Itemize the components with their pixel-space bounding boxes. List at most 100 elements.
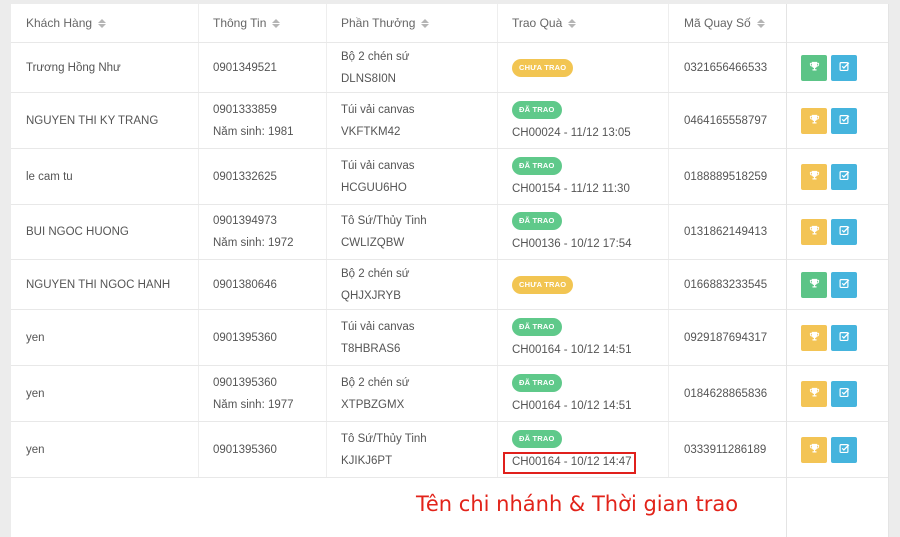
status-badge: ĐÃ TRAO — [512, 429, 562, 448]
sort-icon[interactable] — [756, 18, 765, 28]
edit-button[interactable] — [831, 54, 857, 81]
table-row: Trương Hồng Như 0901349521 Bộ 2 chén sứ DLN… — [11, 43, 786, 93]
info-cell: 0901332625 — [199, 149, 327, 204]
award-cell: ĐÃ TRAO CH00164 - 10/12 14:51 — [498, 366, 669, 421]
draw-code: 0131862149413 — [684, 226, 768, 238]
award-button[interactable] — [801, 163, 827, 190]
header-award[interactable]: Trao Quà — [498, 4, 669, 42]
prize-cell: Bộ 2 chén sứ QHJXJRYB — [327, 260, 498, 309]
edit-check-icon — [839, 59, 850, 77]
draw-code: 0333911286189 — [684, 443, 767, 456]
header-code-label: Mã Quay Số — [684, 16, 751, 30]
draw-code: 0166883233545 — [684, 278, 768, 291]
row-actions — [801, 324, 857, 351]
prize-code: T8HBRAS6 — [341, 342, 401, 355]
header-prize[interactable]: Phần Thưởng — [327, 4, 498, 42]
edit-button[interactable] — [831, 219, 857, 245]
header-info[interactable]: Thông Tin — [199, 4, 327, 42]
award-cell: ĐÃ TRAO CH00154 - 11/12 11:30 — [498, 149, 669, 204]
customer-phone: 0901394973 — [213, 215, 277, 227]
prize-name: Túi vải canvas — [341, 320, 415, 333]
info-cell: 0901349521 — [199, 43, 327, 92]
customer-birth-year: Năm sinh: 1981 — [213, 125, 294, 138]
table-row: le cam tu 0901332625 Túi vải canvas HCGUU6H… — [11, 149, 786, 205]
table-row: BUI NGOC HUONG 0901394973 Năm sinh: 1972 Tô… — [11, 205, 786, 260]
customer-phone: 0901333859 — [213, 103, 277, 116]
edit-check-icon — [839, 441, 850, 459]
status-badge: ĐÃ TRAO — [512, 373, 562, 392]
prize-name: Bộ 2 chén sứ — [341, 376, 410, 389]
draw-code: 0184628865836 — [684, 387, 768, 400]
actions-header — [787, 4, 888, 43]
status-badge: ĐÃ TRAO — [512, 156, 562, 175]
prize-name: Bộ 2 chén sứ — [341, 267, 410, 280]
customer-name: NGUYEN THI KY TRANG — [26, 114, 159, 127]
edit-check-icon — [839, 112, 850, 130]
actions-row — [787, 366, 888, 422]
code-cell: 0184628865836 — [669, 366, 786, 421]
table-row: NGUYEN THI NGOC HANH 0901380646 Bộ 2 chén … — [11, 260, 786, 310]
prize-code: DLNS8I0N — [341, 72, 396, 85]
award-branch-time: CH00164 - 10/12 14:51 — [512, 399, 632, 412]
sort-icon[interactable] — [98, 18, 107, 28]
status-badge: CHƯA TRAO — [512, 58, 574, 77]
table-row: yen 0901395360 Năm sinh: 1977 Bộ 2 chén sứ X… — [11, 366, 786, 422]
row-actions — [801, 219, 857, 245]
award-cell: ĐÃ TRAO CH00164 - 10/12 14:51 — [498, 310, 669, 365]
info-cell: 0901380646 — [199, 260, 327, 309]
prize-cell: Tô Sứ/Thủy Tinh KJIKJ6PT — [327, 422, 498, 477]
draw-code: 0464165558797 — [684, 114, 768, 127]
annotation-text: Tên chi nhánh & Thời gian trao — [416, 492, 739, 516]
prize-cell: Túi vải canvas HCGUU6HO — [327, 149, 498, 204]
award-branch-time: CH00154 - 11/12 11:30 — [512, 182, 630, 195]
row-actions — [801, 380, 857, 407]
header-customer[interactable]: Khách Hàng — [11, 4, 199, 42]
award-button[interactable] — [801, 380, 827, 407]
award-cell: ĐÃ TRAO CH00024 - 11/12 13:05 — [498, 93, 669, 148]
award-button[interactable] — [801, 324, 827, 351]
award-button[interactable] — [801, 271, 827, 298]
prize-name: Tô Sứ/Thủy Tinh — [341, 215, 427, 227]
code-cell: 0131862149413 — [669, 205, 786, 259]
status-badge: ĐÃ TRAO — [512, 212, 562, 230]
trophy-icon — [809, 385, 820, 403]
award-button[interactable] — [801, 219, 827, 245]
edit-button[interactable] — [831, 436, 857, 463]
info-cell: 0901395360 — [199, 422, 327, 477]
actions-row — [787, 149, 888, 205]
prize-name: Túi vải canvas — [341, 159, 415, 172]
header-prize-label: Phần Thưởng — [341, 16, 416, 30]
customer-cell: BUI NGOC HUONG — [11, 205, 199, 259]
prize-code: QHJXJRYB — [341, 289, 401, 302]
sort-icon[interactable] — [421, 18, 430, 28]
edit-button[interactable] — [831, 324, 857, 351]
customer-cell: NGUYEN THI KY TRANG — [11, 93, 199, 148]
row-actions — [801, 271, 857, 298]
table-row: yen 0901395360 Tô Sứ/Thủy Tinh KJIKJ6PT ĐÃ T… — [11, 422, 786, 478]
trophy-icon — [809, 223, 820, 241]
status-badge: ĐÃ TRAO — [512, 100, 562, 119]
award-button[interactable] — [801, 107, 827, 134]
customer-cell: Trương Hồng Như — [11, 43, 199, 92]
sort-icon[interactable] — [568, 18, 577, 28]
trophy-icon — [809, 276, 820, 294]
edit-button[interactable] — [831, 380, 857, 407]
edit-button[interactable] — [831, 271, 857, 298]
actions-row — [787, 93, 888, 149]
customer-name: yen — [26, 387, 45, 400]
header-code[interactable]: Mã Quay Số — [669, 4, 786, 42]
award-button[interactable] — [801, 54, 827, 81]
code-cell: 0166883233545 — [669, 260, 786, 309]
customer-name: NGUYEN THI NGOC HANH — [26, 278, 171, 291]
award-button[interactable] — [801, 436, 827, 463]
edit-button[interactable] — [831, 107, 857, 134]
customer-name: le cam tu — [26, 170, 73, 183]
customer-name: yen — [26, 331, 45, 344]
edit-check-icon — [839, 168, 850, 186]
awards-panel: Khách Hàng Thông Tin Phần Thưởng Trao Qu… — [11, 4, 889, 537]
customer-birth-year: Năm sinh: 1977 — [213, 398, 294, 411]
customer-phone: 0901332625 — [213, 170, 277, 183]
sort-icon[interactable] — [272, 18, 281, 28]
edit-button[interactable] — [831, 163, 857, 190]
edit-check-icon — [839, 329, 850, 347]
